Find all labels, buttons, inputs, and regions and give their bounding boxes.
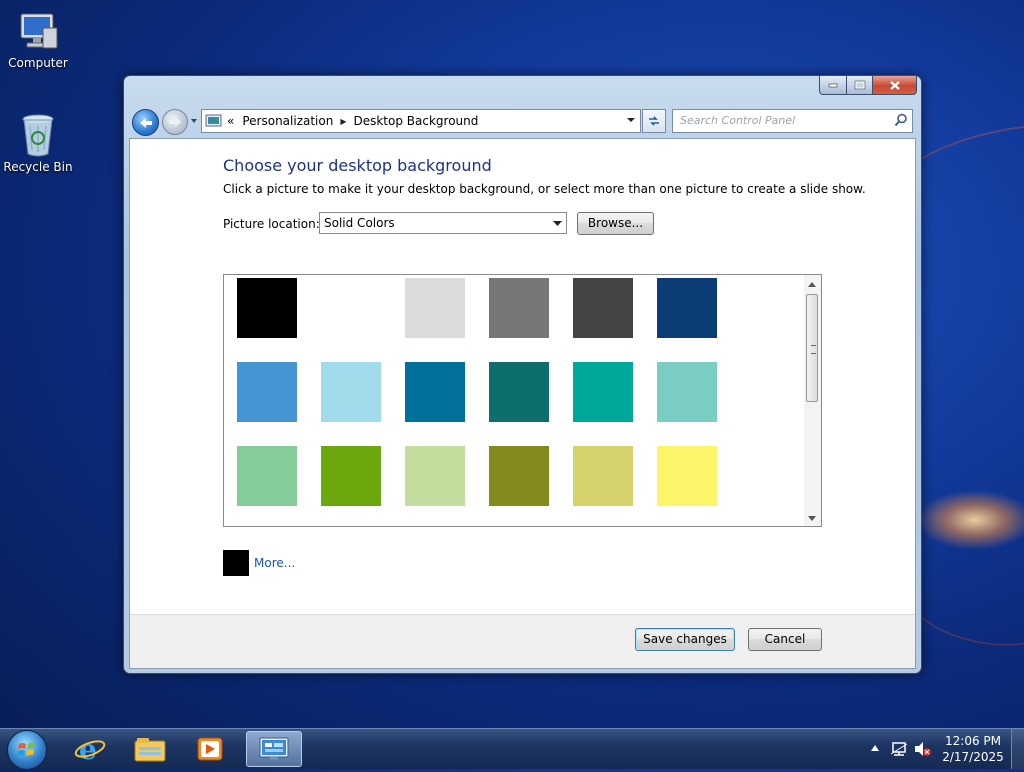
recycle-bin-icon <box>22 114 54 157</box>
internet-explorer-icon: e <box>74 734 106 764</box>
taskbar-media-player[interactable] <box>182 731 238 767</box>
color-swatch[interactable] <box>489 278 549 338</box>
color-swatch[interactable] <box>237 446 297 506</box>
browse-button[interactable]: Browse... <box>577 212 654 235</box>
scroll-grip-icon <box>811 345 816 354</box>
personalization-window: « Personalization ▶ Desktop Background C… <box>123 75 922 674</box>
address-bar[interactable]: « Personalization ▶ Desktop Background <box>201 109 641 133</box>
more-colors-link[interactable]: More... <box>254 556 295 570</box>
dialog-footer: Save changes Cancel <box>130 614 915 668</box>
address-dropdown-button[interactable] <box>624 113 638 127</box>
save-changes-button[interactable]: Save changes <box>635 628 735 651</box>
color-swatch[interactable] <box>573 362 633 422</box>
search-box[interactable] <box>672 109 913 133</box>
windows-logo-icon <box>17 742 35 756</box>
search-input[interactable] <box>673 110 885 130</box>
clock-date: 2/17/2025 <box>942 750 1004 764</box>
color-swatch[interactable] <box>321 362 381 422</box>
forward-button[interactable] <box>162 109 188 135</box>
refresh-icon <box>649 116 659 126</box>
breadcrumb-overflow[interactable]: « <box>227 114 234 128</box>
taskbar: e 12:06 PM 2/17/2025 <box>0 728 1024 770</box>
page-description: Click a picture to make it your desktop … <box>223 182 866 196</box>
search-icon[interactable] <box>894 113 908 127</box>
vertical-scrollbar[interactable] <box>804 275 821 526</box>
picture-location-select[interactable]: Solid Colors <box>319 212 567 234</box>
control-panel-icon <box>205 114 222 127</box>
computer-icon <box>20 13 58 49</box>
swatch-grid <box>223 274 822 527</box>
volume-muted-icon[interactable] <box>914 741 932 757</box>
scrollbar-thumb[interactable] <box>806 294 818 402</box>
desktop-icon-computer[interactable]: Computer <box>3 10 73 70</box>
recent-pages-chevron-icon[interactable] <box>190 117 198 125</box>
taskbar-control-panel[interactable] <box>246 731 302 767</box>
scroll-down-arrow-icon[interactable] <box>808 516 816 521</box>
taskbar-file-explorer[interactable] <box>122 731 178 767</box>
maximize-button[interactable] <box>847 76 873 95</box>
color-swatch[interactable] <box>489 446 549 506</box>
breadcrumb-separator-icon[interactable]: ▶ <box>340 117 346 126</box>
color-swatch[interactable] <box>489 362 549 422</box>
cancel-button[interactable]: Cancel <box>748 628 822 651</box>
control-panel-icon <box>259 737 289 760</box>
minimize-icon <box>828 83 838 88</box>
svg-text:e: e <box>79 734 97 764</box>
scroll-up-arrow-icon[interactable] <box>808 282 816 287</box>
picture-location-value: Solid Colors <box>324 216 395 230</box>
color-swatch[interactable] <box>237 362 297 422</box>
system-clock[interactable]: 12:06 PM 2/17/2025 <box>935 733 1011 765</box>
desktop-icon-label: Computer <box>8 56 68 70</box>
breadcrumb-personalization[interactable]: Personalization <box>242 114 333 128</box>
clock-time: 12:06 PM <box>945 734 1001 748</box>
minimize-button[interactable] <box>819 76 847 95</box>
color-swatch[interactable] <box>573 278 633 338</box>
color-swatch[interactable] <box>405 362 465 422</box>
media-player-icon <box>197 737 223 761</box>
caption-buttons <box>819 76 917 95</box>
desktop-icon-recycle-bin[interactable]: Recycle Bin <box>3 112 73 174</box>
back-arrow-icon <box>139 117 152 128</box>
chevron-down-icon <box>553 221 562 226</box>
forward-arrow-icon <box>169 117 181 127</box>
content-area: Choose your desktop background Click a p… <box>129 138 916 669</box>
color-swatch[interactable] <box>321 446 381 506</box>
show-desktop-button[interactable] <box>1011 729 1024 769</box>
picture-location-label: Picture location: <box>223 217 320 231</box>
chevron-down-icon <box>627 118 635 122</box>
color-swatch[interactable] <box>237 278 297 338</box>
start-button[interactable] <box>7 730 47 770</box>
show-hidden-icons-icon[interactable] <box>871 745 879 751</box>
maximize-icon <box>854 80 865 90</box>
more-color-swatch[interactable] <box>223 550 249 576</box>
refresh-button[interactable] <box>642 109 666 133</box>
back-button[interactable] <box>132 109 159 136</box>
color-swatch[interactable] <box>657 278 717 338</box>
close-button[interactable] <box>873 76 917 95</box>
close-icon <box>889 80 900 90</box>
color-swatch[interactable] <box>405 446 465 506</box>
color-swatch[interactable] <box>405 278 465 338</box>
color-swatch[interactable] <box>573 446 633 506</box>
desktop-icon-label: Recycle Bin <box>3 160 73 174</box>
color-swatch[interactable] <box>657 446 717 506</box>
breadcrumb-desktop-background[interactable]: Desktop Background <box>353 114 478 128</box>
color-swatch[interactable] <box>321 278 381 338</box>
file-explorer-icon <box>134 738 166 762</box>
wallpaper-glow <box>915 490 1024 550</box>
taskbar-internet-explorer[interactable]: e <box>62 731 118 767</box>
network-icon[interactable] <box>890 741 908 757</box>
color-swatch[interactable] <box>657 362 717 422</box>
page-title: Choose your desktop background <box>223 156 492 175</box>
